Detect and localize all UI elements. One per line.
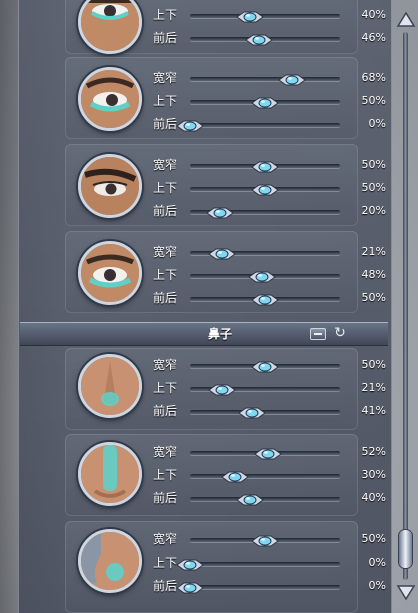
slider-label-vertical: 上下 xyxy=(153,268,178,282)
nose-preview-portrait-1 xyxy=(78,354,142,418)
slider-track[interactable] xyxy=(190,161,340,173)
slider-value: 20% xyxy=(361,204,386,217)
slider-track[interactable] xyxy=(190,535,340,547)
nose-preview-image-1 xyxy=(81,357,139,415)
slider-value: 0% xyxy=(368,579,386,592)
slider-knob[interactable] xyxy=(237,405,266,419)
slider-knob[interactable] xyxy=(206,205,234,219)
slider-knob[interactable] xyxy=(251,182,279,196)
slider-value: 50% xyxy=(361,94,386,107)
slider-knob[interactable] xyxy=(254,446,282,460)
slider-knob[interactable] xyxy=(251,95,279,109)
slider-knob[interactable] xyxy=(176,580,204,594)
slider-value: 30% xyxy=(361,468,386,481)
slider-knob[interactable] xyxy=(251,533,279,547)
slider-value: 40% xyxy=(361,491,386,504)
slider-label-vertical: 上下 xyxy=(153,468,178,482)
slider-knob[interactable] xyxy=(236,492,264,506)
slider-track[interactable] xyxy=(190,294,340,306)
nose-preview-image-3 xyxy=(81,532,139,590)
slider-value: 50% xyxy=(361,532,386,545)
slider-label-vertical: 上下 xyxy=(153,8,178,22)
nose-preview-image-2 xyxy=(81,445,139,503)
slider-label-width: 宽窄 xyxy=(153,245,178,259)
reset-icon[interactable]: ↻ xyxy=(332,325,348,341)
slider-track[interactable] xyxy=(176,120,340,132)
nose-preview-portrait-3 xyxy=(78,529,142,593)
slider-label-width: 宽窄 xyxy=(153,445,178,459)
slider-value: 0% xyxy=(368,556,386,569)
slider-knob[interactable] xyxy=(251,359,279,373)
slider-value: 21% xyxy=(361,245,386,258)
slider-value: 21% xyxy=(361,381,386,394)
section-title: 鼻子 xyxy=(207,327,232,341)
eye-preview-image-3 xyxy=(81,157,139,215)
eye-preview-portrait-2 xyxy=(78,67,142,131)
minus-icon[interactable] xyxy=(310,328,326,340)
slider-knob[interactable] xyxy=(207,246,236,260)
eye-preview-image-1 xyxy=(81,0,139,51)
slider-track[interactable] xyxy=(190,361,340,373)
slider-track[interactable] xyxy=(190,207,340,219)
slider-knob[interactable] xyxy=(176,118,204,132)
slider-label-depth: 前后 xyxy=(153,204,178,218)
slider-knob[interactable] xyxy=(176,557,204,571)
slider-knob[interactable] xyxy=(251,292,279,306)
slider-value: 41% xyxy=(361,404,386,417)
slider-label-width: 宽窄 xyxy=(153,71,178,85)
slider-knob[interactable] xyxy=(278,72,306,86)
slider-track[interactable] xyxy=(190,74,340,86)
slider-value: 0% xyxy=(368,117,386,130)
slider-track[interactable] xyxy=(190,34,340,46)
slider-track[interactable] xyxy=(176,559,340,571)
slider-value: 52% xyxy=(361,445,386,458)
scroll-thumb[interactable] xyxy=(399,530,412,568)
slider-knob[interactable] xyxy=(207,382,236,396)
slider-label-depth: 前后 xyxy=(153,404,178,418)
slider-value: 46% xyxy=(361,31,386,44)
slider-value: 50% xyxy=(361,358,386,371)
eye-preview-portrait-3 xyxy=(78,154,142,218)
slider-value: 50% xyxy=(361,181,386,194)
slider-knob[interactable] xyxy=(221,469,249,483)
nose-section-header[interactable]: 鼻子 ↻ xyxy=(20,322,388,346)
slider-track[interactable] xyxy=(190,494,340,506)
slider-label-vertical: 上下 xyxy=(153,381,178,395)
slider-track[interactable] xyxy=(190,384,340,396)
scroll-down-arrow-icon[interactable] xyxy=(396,582,416,602)
slider-value: 68% xyxy=(361,71,386,84)
eye-preview-portrait-4 xyxy=(78,241,142,305)
scroll-track[interactable] xyxy=(403,32,408,580)
slider-track[interactable] xyxy=(190,97,340,109)
slider-track[interactable] xyxy=(190,248,340,260)
slider-label-depth: 前后 xyxy=(153,31,178,45)
nose-preview-portrait-2 xyxy=(78,442,142,506)
slider-knob[interactable] xyxy=(245,32,273,46)
slider-knob[interactable] xyxy=(236,9,264,23)
slider-knob[interactable] xyxy=(251,159,279,173)
slider-track[interactable] xyxy=(176,582,340,594)
slider-track[interactable] xyxy=(190,184,340,196)
slider-track[interactable] xyxy=(190,11,340,23)
slider-label-width: 宽窄 xyxy=(153,158,178,172)
slider-track[interactable] xyxy=(190,271,340,283)
eye-preview-image-2 xyxy=(81,70,139,128)
slider-label-vertical: 上下 xyxy=(153,181,178,195)
slider-label-depth: 前后 xyxy=(153,491,178,505)
scroll-up-arrow-icon[interactable] xyxy=(396,10,416,30)
slider-track[interactable] xyxy=(190,471,340,483)
slider-track[interactable] xyxy=(190,407,340,419)
slider-label-width: 宽窄 xyxy=(153,358,178,372)
slider-label-vertical: 上下 xyxy=(153,94,178,108)
slider-label-width: 宽窄 xyxy=(153,532,178,546)
slider-knob[interactable] xyxy=(248,269,276,283)
slider-value: 50% xyxy=(361,158,386,171)
slider-value: 40% xyxy=(361,8,386,21)
vertical-scrollbar[interactable] xyxy=(394,0,418,613)
slider-track[interactable] xyxy=(190,448,340,460)
slider-label-depth: 前后 xyxy=(153,291,178,305)
eye-preview-image-4 xyxy=(81,244,139,302)
slider-value: 50% xyxy=(361,291,386,304)
slider-value: 48% xyxy=(361,268,386,281)
